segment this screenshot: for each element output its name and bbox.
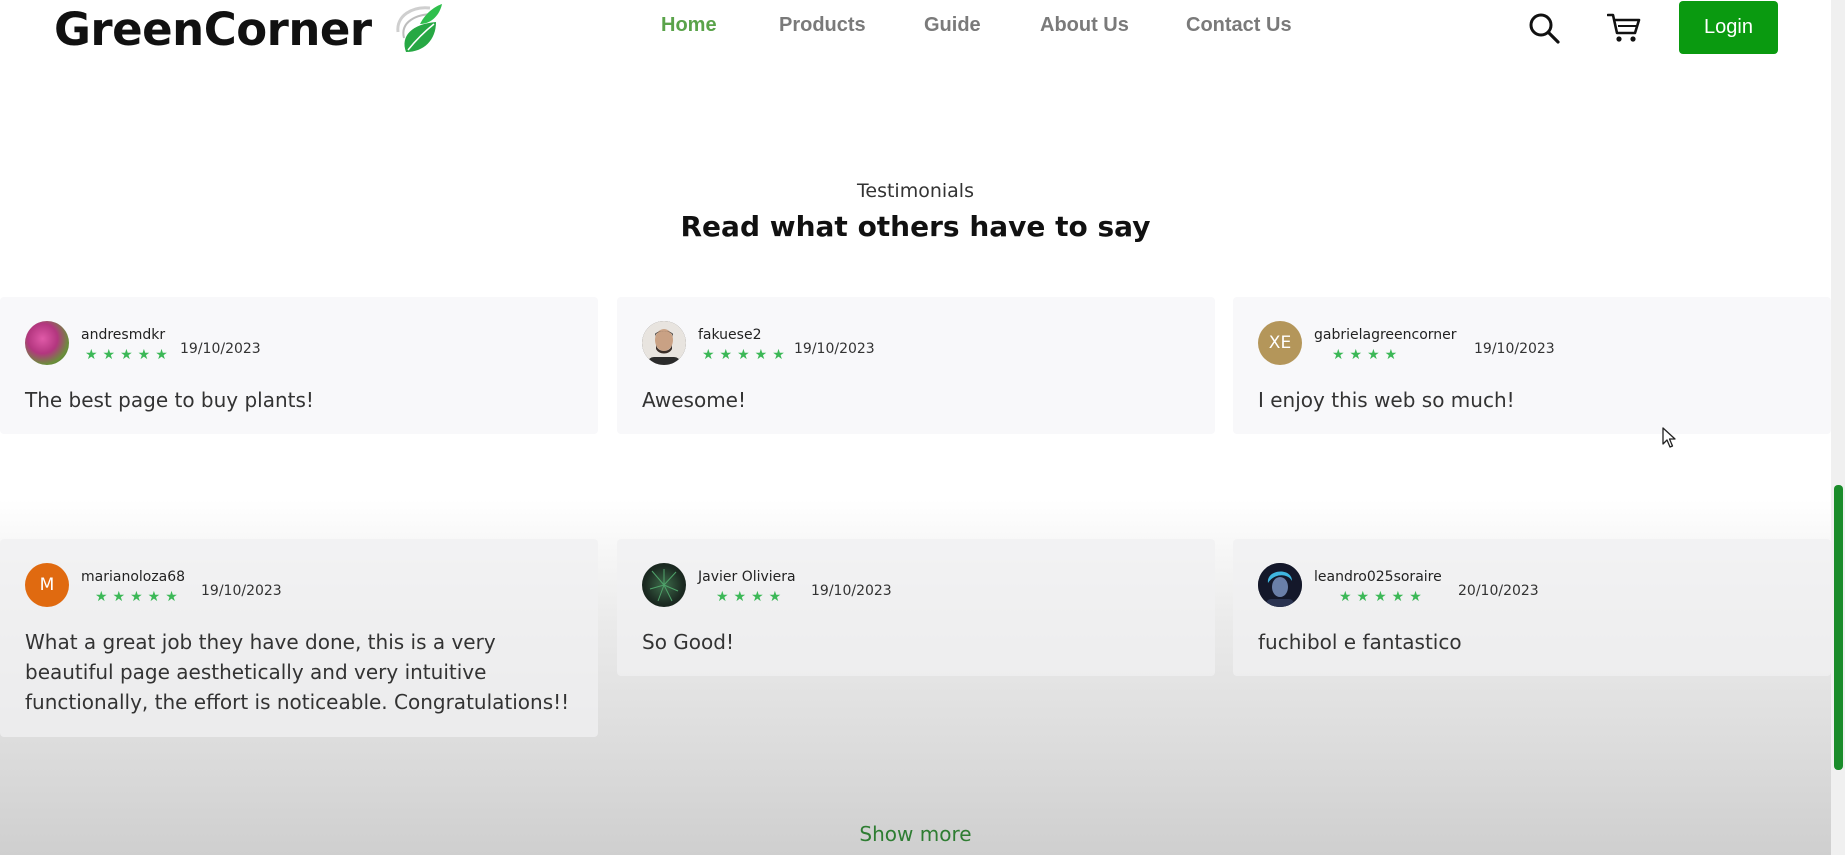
section-eyebrow: Testimonials	[857, 180, 974, 202]
site-header: GreenCorner Home Products Guide About Us…	[0, 0, 1845, 62]
star-rating: ★★★★	[1332, 347, 1403, 363]
star-rating: ★★★★★	[702, 347, 790, 363]
username: marianoloza68	[81, 569, 186, 585]
testimonial-card: leandro025soraire ★★★★★ 20/10/2023 fuchi…	[1233, 539, 1831, 676]
review-date: 19/10/2023	[201, 583, 282, 599]
avatar: XE	[1258, 321, 1302, 365]
star-rating: ★★★★★	[85, 347, 173, 363]
login-button[interactable]: Login	[1679, 1, 1778, 54]
avatar	[25, 321, 69, 365]
testimonial-card: Javier Oliviera ★★★★ 19/10/2023 So Good!	[617, 539, 1215, 676]
avatar	[642, 321, 686, 365]
user-photo-icon	[1258, 563, 1302, 607]
nav-home[interactable]: Home	[661, 14, 717, 37]
main-nav: Home Products Guide About Us Contact Us	[0, 14, 1845, 44]
avatar: M	[25, 563, 69, 607]
nav-products[interactable]: Products	[779, 14, 866, 37]
nav-about-us[interactable]: About Us	[1040, 14, 1129, 37]
star-rating: ★★★★★	[1339, 589, 1427, 605]
section-title: Read what others have to say	[680, 210, 1151, 243]
testimonial-card: fakuese2 ★★★★★ 19/10/2023 Awesome!	[617, 297, 1215, 434]
username: gabrielagreencorner	[1314, 327, 1457, 343]
testimonial-card: M marianoloza68 ★★★★★ 19/10/2023 What a …	[0, 539, 598, 737]
review-date: 20/10/2023	[1458, 583, 1539, 599]
review-text: What a great job they have done, this is…	[25, 630, 570, 714]
avatar	[1258, 563, 1302, 607]
nav-contact-us[interactable]: Contact Us	[1186, 14, 1292, 37]
nav-guide[interactable]: Guide	[924, 14, 981, 37]
review-text: So Good!	[642, 630, 734, 654]
user-photo-icon	[642, 321, 686, 365]
review-text: Awesome!	[642, 388, 746, 412]
username: Javier Oliviera	[698, 569, 796, 585]
username: andresmdkr	[81, 327, 166, 343]
review-date: 19/10/2023	[794, 341, 875, 357]
scrollbar[interactable]	[1831, 0, 1845, 855]
review-text: fuchibol e fantastico	[1258, 630, 1462, 654]
user-photo-icon	[649, 569, 679, 602]
username: leandro025soraire	[1314, 569, 1442, 585]
review-text: I enjoy this web so much!	[1258, 388, 1515, 412]
testimonial-card: XE gabrielagreencorner ★★★★ 19/10/2023 I…	[1233, 297, 1831, 434]
star-rating: ★★★★	[716, 589, 787, 605]
cart-icon[interactable]	[1607, 12, 1641, 44]
username: fakuese2	[698, 327, 762, 343]
search-icon[interactable]	[1528, 12, 1560, 44]
review-date: 19/10/2023	[811, 583, 892, 599]
avatar	[642, 563, 686, 607]
review-date: 19/10/2023	[1474, 341, 1555, 357]
mouse-cursor-icon	[1662, 427, 1676, 448]
review-text: The best page to buy plants!	[25, 388, 314, 412]
review-date: 19/10/2023	[180, 341, 261, 357]
show-more-link[interactable]: Show more	[0, 822, 1831, 846]
scrollbar-thumb[interactable]	[1834, 485, 1843, 770]
star-rating: ★★★★★	[95, 589, 183, 605]
testimonial-card: andresmdkr ★★★★★ 19/10/2023 The best pag…	[0, 297, 598, 434]
